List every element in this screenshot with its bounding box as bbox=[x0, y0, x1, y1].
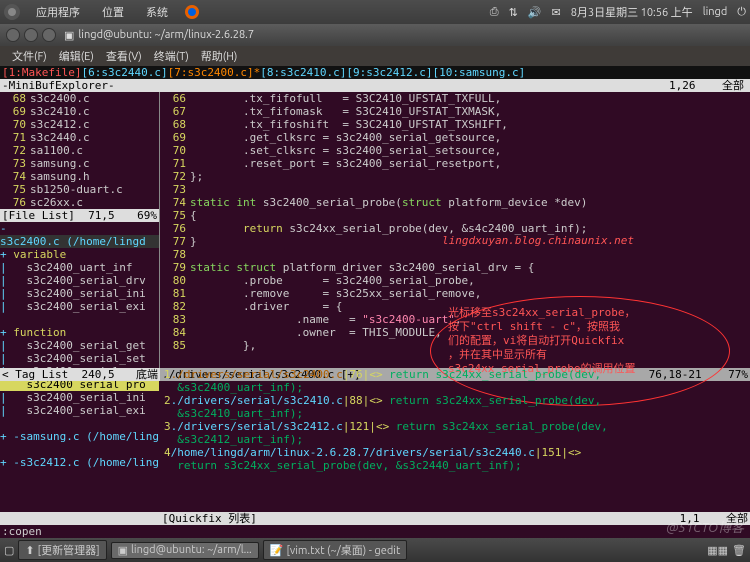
minibuf-tabs[interactable]: [1:Makefile][6:s3c2440.c][7:s3c2400.c]*[… bbox=[0, 66, 750, 79]
taglist-item[interactable]: | s3c2400_serial_exi bbox=[0, 300, 159, 313]
ubuntu-logo-icon[interactable] bbox=[4, 4, 20, 20]
clock[interactable]: 8月3日星期三 10:56 上午 bbox=[571, 4, 693, 20]
filelist-status: [File List] 71,569% bbox=[0, 209, 159, 222]
menu-edit[interactable]: 编辑(E) bbox=[53, 48, 100, 64]
mail-icon[interactable]: ✉ bbox=[552, 6, 561, 19]
trash-icon[interactable]: 🗑 bbox=[732, 544, 746, 557]
firefox-icon[interactable] bbox=[184, 4, 200, 20]
tag-list[interactable]: s3c2400.c (/home/lingd + variable | s3c2… bbox=[0, 235, 159, 482]
watermark: @51CTO博客 bbox=[666, 517, 744, 536]
quickfix-item[interactable]: 1 ./drivers/serial/s3c2400.c|76| <> retu… bbox=[164, 368, 750, 381]
show-desktop-icon[interactable]: ▢ bbox=[4, 544, 14, 557]
bottom-panel: ▢ ⬆[更新管理器] ▣lingd@ubuntu: ~/arm/l... 📝[v… bbox=[0, 538, 750, 562]
top-panel: 应用程序 位置 系统 ⎙ ⇅ 🔊 ✉ 8月3日星期三 10:56 上午 ling… bbox=[0, 0, 750, 24]
terminal[interactable]: [1:Makefile][6:s3c2440.c][7:s3c2400.c]*[… bbox=[0, 66, 750, 538]
app-menubar: 文件(F) 编辑(E) 查看(V) 终端(T) 帮助(H) bbox=[0, 46, 750, 66]
terminal-icon: ▣ bbox=[64, 29, 74, 42]
vim-cmdline[interactable]: :copen bbox=[0, 525, 750, 538]
file-list-item[interactable]: 76sc26xx.c bbox=[0, 196, 159, 209]
task-terminal[interactable]: ▣lingd@ubuntu: ~/arm/l... bbox=[111, 542, 259, 559]
file-list-item[interactable]: 70s3c2412.c bbox=[0, 118, 159, 131]
blog-annotation: lingdxuyan.blog.chinaunix.net bbox=[442, 234, 634, 247]
task-update-manager[interactable]: ⬆[更新管理器] bbox=[18, 540, 106, 560]
taglist-status: < Tag List 240,5底端 bbox=[0, 368, 160, 381]
menu-view[interactable]: 查看(V) bbox=[100, 48, 148, 64]
file-list-item[interactable]: 75sb1250-duart.c bbox=[0, 183, 159, 196]
task-gedit[interactable]: 📝[vim.txt (~/桌面) - gedit bbox=[263, 540, 408, 560]
file-list-item[interactable]: 73samsung.c bbox=[0, 157, 159, 170]
window-title: lingd@ubuntu: ~/arm/linux-2.6.28.7 bbox=[78, 29, 254, 41]
minimize-button[interactable] bbox=[24, 28, 38, 42]
menu-applications[interactable]: 应用程序 bbox=[30, 4, 86, 20]
taglist-item[interactable]: | s3c2400_serial_drv bbox=[0, 274, 159, 287]
menu-places[interactable]: 位置 bbox=[96, 4, 130, 20]
file-list-item[interactable]: 69s3c2410.c bbox=[0, 105, 159, 118]
window-titlebar: ▣ lingd@ubuntu: ~/arm/linux-2.6.28.7 bbox=[0, 24, 750, 46]
menu-file[interactable]: 文件(F) bbox=[6, 48, 53, 64]
quickfix-list[interactable]: 1 ./drivers/serial/s3c2400.c|76| <> retu… bbox=[160, 368, 750, 472]
file-list-item[interactable]: 74samsung.h bbox=[0, 170, 159, 183]
taglist-item[interactable]: | s3c2400_uart_inf bbox=[0, 261, 159, 274]
taglist-item[interactable]: | s3c2400_serial_ini bbox=[0, 391, 159, 404]
taglist-item[interactable]: | s3c2400_serial_exi bbox=[0, 404, 159, 417]
menu-help[interactable]: 帮助(H) bbox=[195, 48, 244, 64]
file-list-item[interactable]: 72sa1100.c bbox=[0, 144, 159, 157]
menu-system[interactable]: 系统 bbox=[140, 4, 174, 20]
annotation-text: 光标移至s3c24xx_serial_probe， 按下"ctrl shift … bbox=[448, 306, 635, 376]
taglist-item[interactable]: | s3c2400_serial_ini bbox=[0, 287, 159, 300]
user-menu[interactable]: lingd bbox=[703, 6, 728, 18]
network-icon[interactable]: ⇅ bbox=[509, 6, 518, 19]
quickfix-item[interactable]: 3 ./drivers/serial/s3c2412.c|121| <> ret… bbox=[164, 420, 750, 433]
file-list[interactable]: 68s3c2400.c69s3c2410.c70s3c2412.c71s3c24… bbox=[0, 92, 159, 209]
quickfix-item[interactable]: 2 ./drivers/serial/s3c2410.c|88| <> retu… bbox=[164, 394, 750, 407]
power-icon[interactable]: ⏻ bbox=[737, 6, 746, 19]
menu-terminal[interactable]: 终端(T) bbox=[148, 48, 195, 64]
file-list-item[interactable]: 71s3c2440.c bbox=[0, 131, 159, 144]
file-list-item[interactable]: 68s3c2400.c bbox=[0, 92, 159, 105]
quickfix-status: [Quickfix 列表]1,1 全部 bbox=[160, 512, 750, 525]
close-button[interactable] bbox=[6, 28, 20, 42]
minibuf-status: -MiniBufExplorer-1,26 全部 bbox=[0, 79, 750, 92]
sound-icon[interactable]: 🔊 bbox=[528, 6, 542, 19]
workspace-switcher[interactable]: ▦▦ bbox=[707, 544, 728, 557]
quickfix-item[interactable]: 4 /home/lingd/arm/linux-2.6.28.7/drivers… bbox=[164, 446, 750, 459]
taglist-item[interactable]: | s3c2400_serial_set bbox=[0, 352, 159, 365]
taglist-item[interactable]: | s3c2400_serial_get bbox=[0, 339, 159, 352]
indicator-icon[interactable]: ⎙ bbox=[490, 6, 499, 19]
maximize-button[interactable] bbox=[42, 28, 56, 42]
